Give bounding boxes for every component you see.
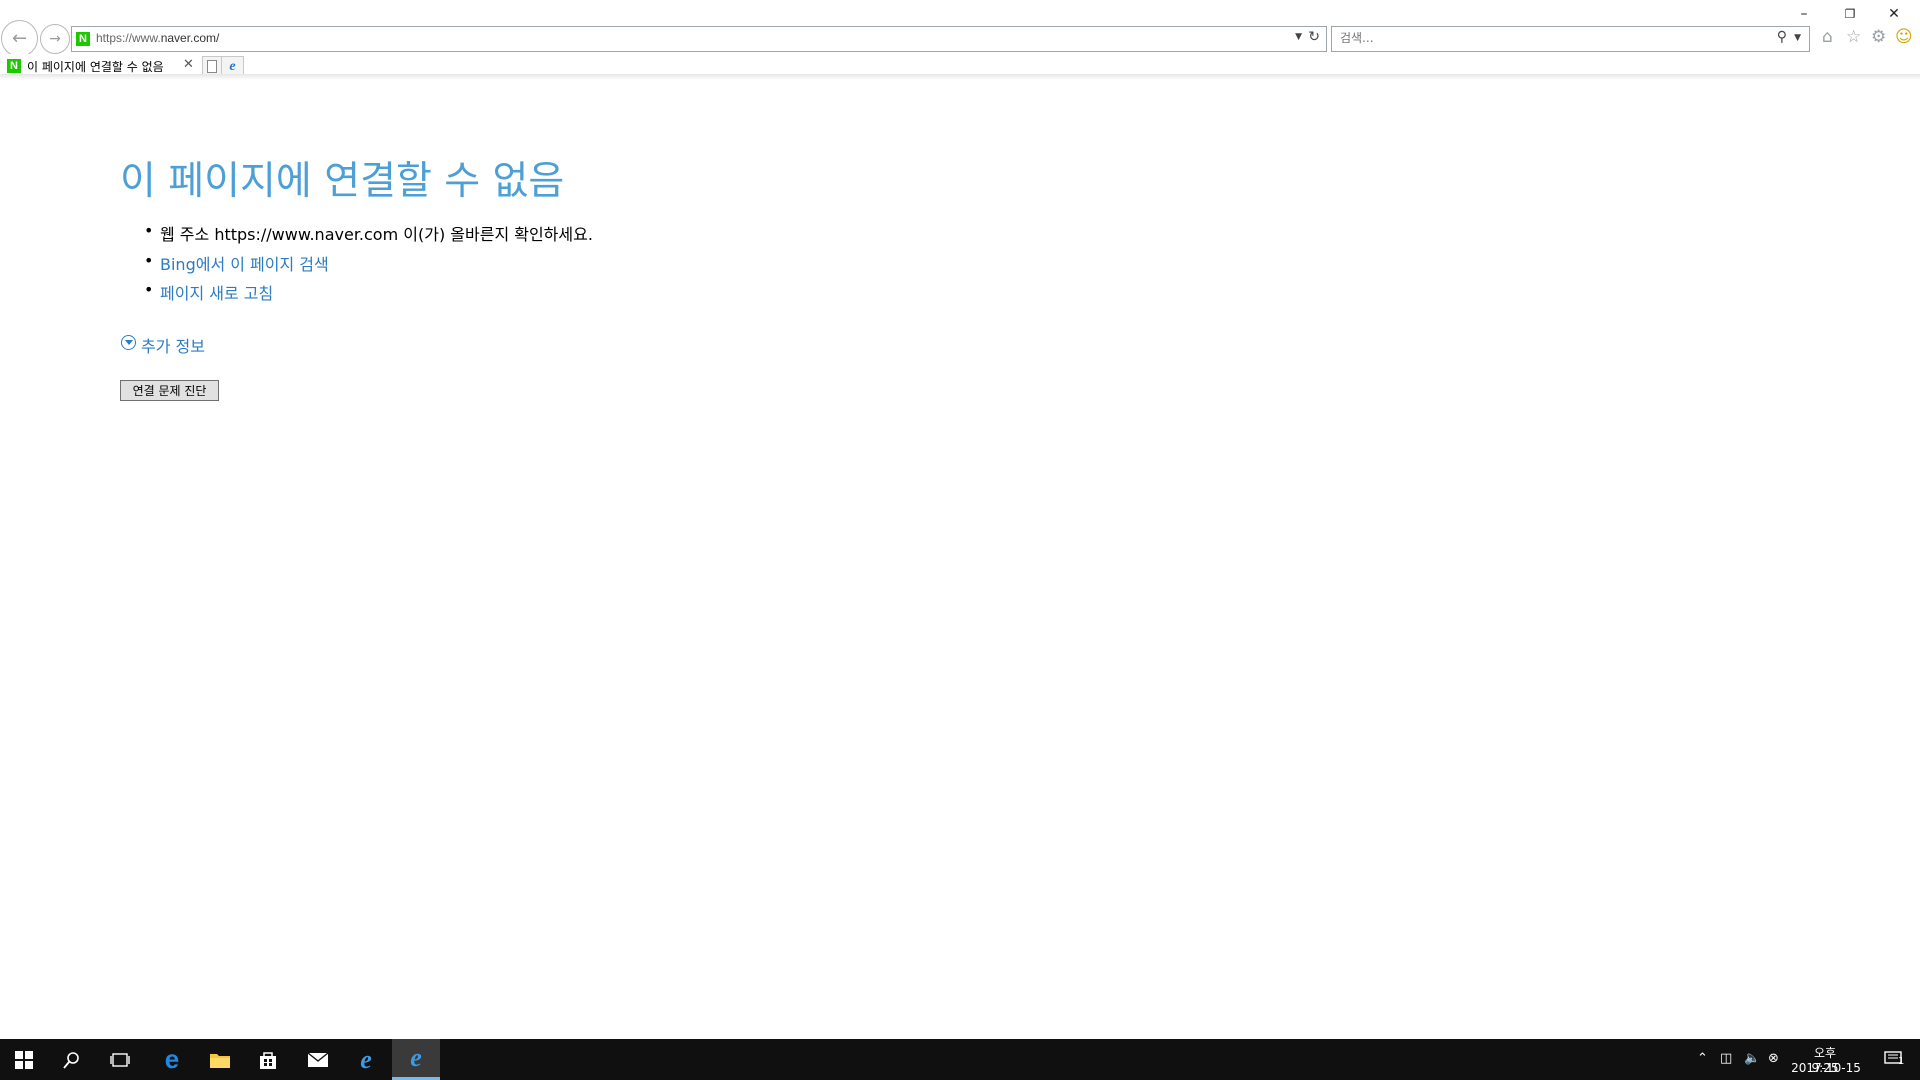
naver-favicon-icon: N bbox=[7, 59, 21, 73]
bullet-dot: • bbox=[144, 280, 154, 299]
favorites-star-icon[interactable]: ☆ bbox=[1846, 27, 1861, 47]
status-x-icon[interactable]: ⊗ bbox=[1768, 1051, 1779, 1066]
search-input[interactable] bbox=[1340, 31, 1740, 45]
minimize-button[interactable]: – bbox=[1784, 2, 1824, 26]
notification-count: 1 bbox=[1898, 1056, 1905, 1067]
tab-close-icon[interactable]: ✕ bbox=[183, 57, 194, 72]
naver-favicon-icon: N bbox=[76, 32, 90, 46]
task-view-icon[interactable] bbox=[96, 1039, 144, 1080]
search-icon[interactable] bbox=[48, 1039, 96, 1080]
internet-explorer-active-icon[interactable]: e bbox=[392, 1039, 440, 1080]
internet-explorer-icon[interactable]: e bbox=[342, 1039, 390, 1080]
volume-icon[interactable]: 🔈 bbox=[1744, 1051, 1760, 1066]
address-check-text: 웹 주소 https://www.naver.com 이(가) 올바른지 확인하… bbox=[160, 225, 593, 244]
network-icon[interactable]: ◫ bbox=[1720, 1051, 1732, 1066]
address-url[interactable]: https://www.naver.com/ bbox=[96, 31, 219, 45]
forward-arrow-icon: → bbox=[49, 31, 61, 47]
bullet-dot: • bbox=[144, 251, 154, 270]
home-icon[interactable]: ⌂ bbox=[1822, 27, 1833, 47]
file-explorer-icon[interactable] bbox=[196, 1039, 244, 1080]
forward-button[interactable]: → bbox=[40, 24, 70, 54]
back-arrow-icon: ← bbox=[11, 28, 28, 49]
refresh-page-link[interactable]: 페이지 새로 고침 bbox=[160, 280, 273, 304]
clock-date[interactable]: 2017-10-15 bbox=[1790, 1061, 1862, 1075]
chevron-up-icon[interactable]: ⌃ bbox=[1697, 1051, 1708, 1066]
restore-button[interactable]: ❐ bbox=[1830, 2, 1870, 26]
address-bar[interactable]: N https://www.naver.com/ ▼ ↻ bbox=[71, 26, 1327, 52]
address-dropdown-icon[interactable]: ▼ bbox=[1295, 32, 1302, 42]
diagnose-connection-button[interactable]: 연결 문제 진단 bbox=[120, 380, 219, 401]
smiley-feedback-icon[interactable]: ☺ bbox=[1895, 27, 1913, 47]
url-domain: naver.com/ bbox=[160, 31, 220, 45]
refresh-icon[interactable]: ↻ bbox=[1308, 29, 1320, 45]
start-windows-icon[interactable] bbox=[0, 1039, 48, 1080]
close-window-button[interactable]: ✕ bbox=[1874, 2, 1914, 26]
chevron-down-circle-icon bbox=[121, 335, 136, 350]
back-button[interactable]: ← bbox=[1, 20, 38, 57]
gear-icon[interactable]: ⚙ bbox=[1871, 27, 1886, 47]
browser-chrome: ← → N https://www.naver.com/ ▼ ↻ ⚲ ▼ ⌂ ☆… bbox=[0, 0, 1920, 80]
url-prefix: https://www. bbox=[96, 31, 161, 45]
mail-icon[interactable] bbox=[294, 1039, 342, 1080]
search-dropdown-icon[interactable]: ▼ bbox=[1794, 33, 1801, 43]
edge-icon[interactable]: e bbox=[148, 1039, 196, 1080]
bullet-dot: • bbox=[144, 221, 154, 240]
taskbar: e e e ⌃ ◫ 🔈 ⊗ 오후 9:25 2017-10-15 1 bbox=[0, 1039, 1920, 1080]
search-icon[interactable]: ⚲ bbox=[1777, 29, 1787, 45]
store-icon[interactable] bbox=[244, 1039, 292, 1080]
bing-search-link[interactable]: Bing에서 이 페이지 검색 bbox=[160, 251, 329, 275]
page-title: 이 페이지에 연결할 수 없음 bbox=[120, 159, 565, 204]
search-box[interactable]: ⚲ ▼ bbox=[1331, 26, 1810, 52]
chrome-divider bbox=[0, 74, 1920, 80]
action-center-icon[interactable]: 1 bbox=[1872, 1039, 1916, 1080]
more-info-label: 추가 정보 bbox=[141, 337, 205, 356]
tab-title: 이 페이지에 연결할 수 없음 bbox=[27, 60, 164, 74]
